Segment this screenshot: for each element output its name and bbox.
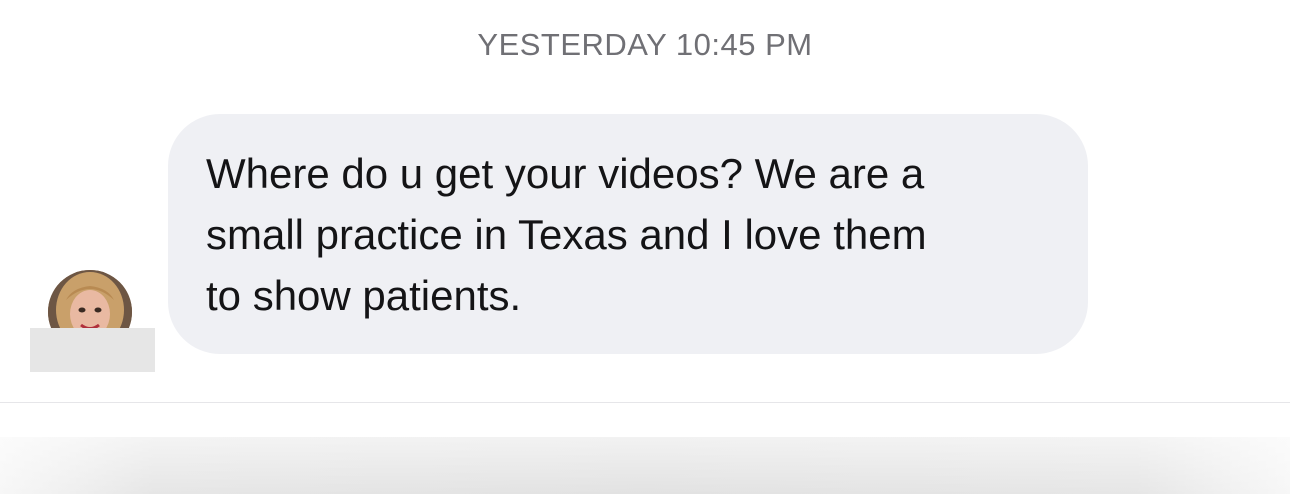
bottom-toolbar-area [0,437,1290,494]
message-timestamp: YESTERDAY 10:45 PM [477,27,813,62]
message-thread: YESTERDAY 10:45 PM Where do u get your v… [0,0,1290,494]
message-text: Where do u get your videos? We are a sma… [206,150,927,319]
redacted-sender-name [30,328,155,372]
incoming-message-bubble[interactable]: Where do u get your videos? We are a sma… [168,114,1088,354]
divider [0,402,1290,403]
